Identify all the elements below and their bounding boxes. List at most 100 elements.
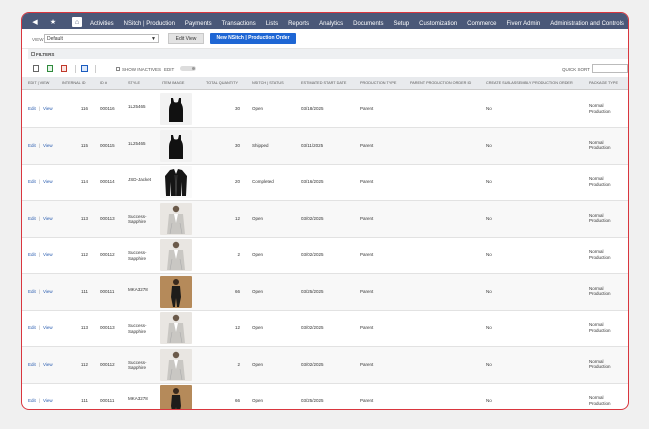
nav-item[interactable]: Customization <box>419 21 457 27</box>
filters-bar[interactable]: FILTERS <box>28 49 628 59</box>
package-type: Normal Production <box>589 212 611 224</box>
edit-link[interactable]: Edit <box>28 398 36 404</box>
filter-expand-icon[interactable] <box>31 52 35 56</box>
view-link[interactable]: View <box>43 398 53 404</box>
edit-view-button[interactable]: Edit View <box>168 33 204 44</box>
item-image[interactable] <box>160 202 192 235</box>
new-production-order-button[interactable]: New NSitch | Production Order <box>210 33 296 44</box>
style: MKA3278 <box>128 286 148 292</box>
item-image[interactable] <box>160 93 192 125</box>
view-bar: VIEW Default ▼ Edit View New NSitch | Pr… <box>22 31 628 49</box>
edit-link[interactable]: Edit <box>28 252 36 258</box>
view-link[interactable]: View <box>43 106 53 112</box>
production-type: Parent <box>360 215 374 221</box>
item-image[interactable] <box>160 312 192 344</box>
col-package-type[interactable]: PACKAGE TYPE <box>589 81 618 85</box>
status: Completed <box>252 179 274 184</box>
package-type: Normal Production <box>589 176 611 187</box>
view-link[interactable]: View <box>43 252 53 258</box>
item-image[interactable] <box>160 275 192 308</box>
new-document-icon[interactable] <box>33 65 39 72</box>
col-status[interactable]: NSITCH | STATUS <box>252 81 284 85</box>
style: Success-Sapphire <box>128 213 147 225</box>
production-type: Parent <box>360 398 374 403</box>
production-type: Parent <box>360 106 374 111</box>
view-link[interactable]: View <box>43 143 53 149</box>
caret-down-icon: ▼ <box>151 36 156 42</box>
print-icon[interactable] <box>81 65 88 72</box>
edit-link[interactable]: Edit <box>28 179 36 185</box>
filters-label: FILTERS <box>36 51 55 57</box>
edit-link[interactable]: Edit <box>28 325 36 331</box>
view-select[interactable]: Default ▼ <box>44 34 159 43</box>
nav-item[interactable]: Fiverr Admin <box>507 21 541 27</box>
nav-item[interactable]: NSitch | Production <box>124 21 175 27</box>
nav-item[interactable]: Lists <box>266 21 278 27</box>
item-image[interactable] <box>160 348 192 381</box>
edit-link[interactable]: Edit <box>28 143 36 149</box>
table-row: Edit | View 111 000111 MKA3278 66 Open 03/25/202… <box>22 383 628 409</box>
col-start-date[interactable]: ESTIMATED START DATE <box>301 81 346 85</box>
create-sub-assembly: No <box>486 398 492 403</box>
total-quantity: 66 <box>234 398 240 403</box>
view-link[interactable]: View <box>43 362 53 368</box>
order-id: 000113 <box>100 325 115 330</box>
nav-item[interactable]: Analytics <box>319 21 343 27</box>
item-image[interactable] <box>160 385 192 409</box>
edit-label: EDIT <box>164 67 175 72</box>
start-date: 03/18/2025 <box>301 106 324 111</box>
nav-item[interactable]: Reports <box>288 21 309 27</box>
item-image[interactable] <box>160 129 192 162</box>
nav-item[interactable]: Commerce <box>467 21 496 27</box>
col-parent-order[interactable]: PARENT PRODUCTION ORDER ID <box>410 81 471 85</box>
order-id: 000112 <box>100 361 115 367</box>
nav-item[interactable]: Transactions <box>222 21 256 27</box>
internal-id: 112 <box>80 252 88 257</box>
nav-item[interactable]: Payments <box>185 21 212 27</box>
edit-toggle[interactable] <box>180 66 196 71</box>
status: Open <box>252 398 264 403</box>
view-link[interactable]: View <box>43 179 53 185</box>
item-image[interactable] <box>160 166 192 198</box>
show-inactives-checkbox[interactable] <box>116 67 120 71</box>
edit-link[interactable]: Edit <box>28 362 36 368</box>
edit-link[interactable]: Edit <box>28 106 36 112</box>
back-icon[interactable]: ◀ <box>30 17 40 27</box>
edit-link[interactable]: Edit <box>28 289 36 295</box>
internal-id: 113 <box>80 325 88 330</box>
table-row: Edit | View 116 000116 1L25465 30 Open 03/18/202… <box>22 91 628 128</box>
nav-item[interactable]: Administration and Controls <box>550 21 624 27</box>
start-date: 03/02/2025 <box>301 325 324 330</box>
app-frame: ◀ ★ ⌂ Activities NSitch | Production Payme… <box>21 12 629 410</box>
export-excel-icon[interactable] <box>47 65 53 72</box>
style: Success-Sapphire <box>128 323 147 334</box>
col-style[interactable]: STYLE <box>128 81 140 85</box>
order-id: 000113 <box>100 215 115 221</box>
col-internal-id[interactable]: INTERNAL ID <box>62 81 86 85</box>
star-icon[interactable]: ★ <box>48 17 58 27</box>
view-link[interactable]: View <box>43 325 53 331</box>
quick-sort-input[interactable] <box>592 64 628 73</box>
home-icon[interactable]: ⌂ <box>72 17 82 27</box>
col-total-quantity[interactable]: TOTAL QUANTITY <box>206 81 238 85</box>
view-link[interactable]: View <box>43 289 53 295</box>
col-create-sub[interactable]: CREATE SUB-ASSEMBLY PRODUCTION ORDER <box>486 81 573 85</box>
export-pdf-icon[interactable] <box>61 65 67 72</box>
view-link[interactable]: View <box>43 216 53 222</box>
item-image[interactable] <box>160 239 192 271</box>
nav-item[interactable]: Setup <box>393 21 409 27</box>
production-type: Parent <box>360 142 374 148</box>
status: Open <box>252 215 264 221</box>
nav-item[interactable]: Documents <box>353 21 383 27</box>
table-row: Edit | View 115 000115 1L25465 30 Shipped 03/11/… <box>22 127 628 165</box>
col-item-image[interactable]: ITEM IMAGE <box>162 81 184 85</box>
start-date: 03/11/2025 <box>301 142 324 148</box>
internal-id: 114 <box>80 179 88 184</box>
internal-id: 116 <box>80 106 88 111</box>
nav-item[interactable]: Activities <box>90 21 114 27</box>
col-id[interactable]: ID # <box>100 81 107 85</box>
edit-link[interactable]: Edit <box>28 216 36 222</box>
col-edit-view[interactable]: EDIT | VIEW <box>28 81 49 85</box>
create-sub-assembly: No <box>486 325 492 330</box>
col-production-type[interactable]: PRODUCTION TYPE <box>360 81 396 85</box>
